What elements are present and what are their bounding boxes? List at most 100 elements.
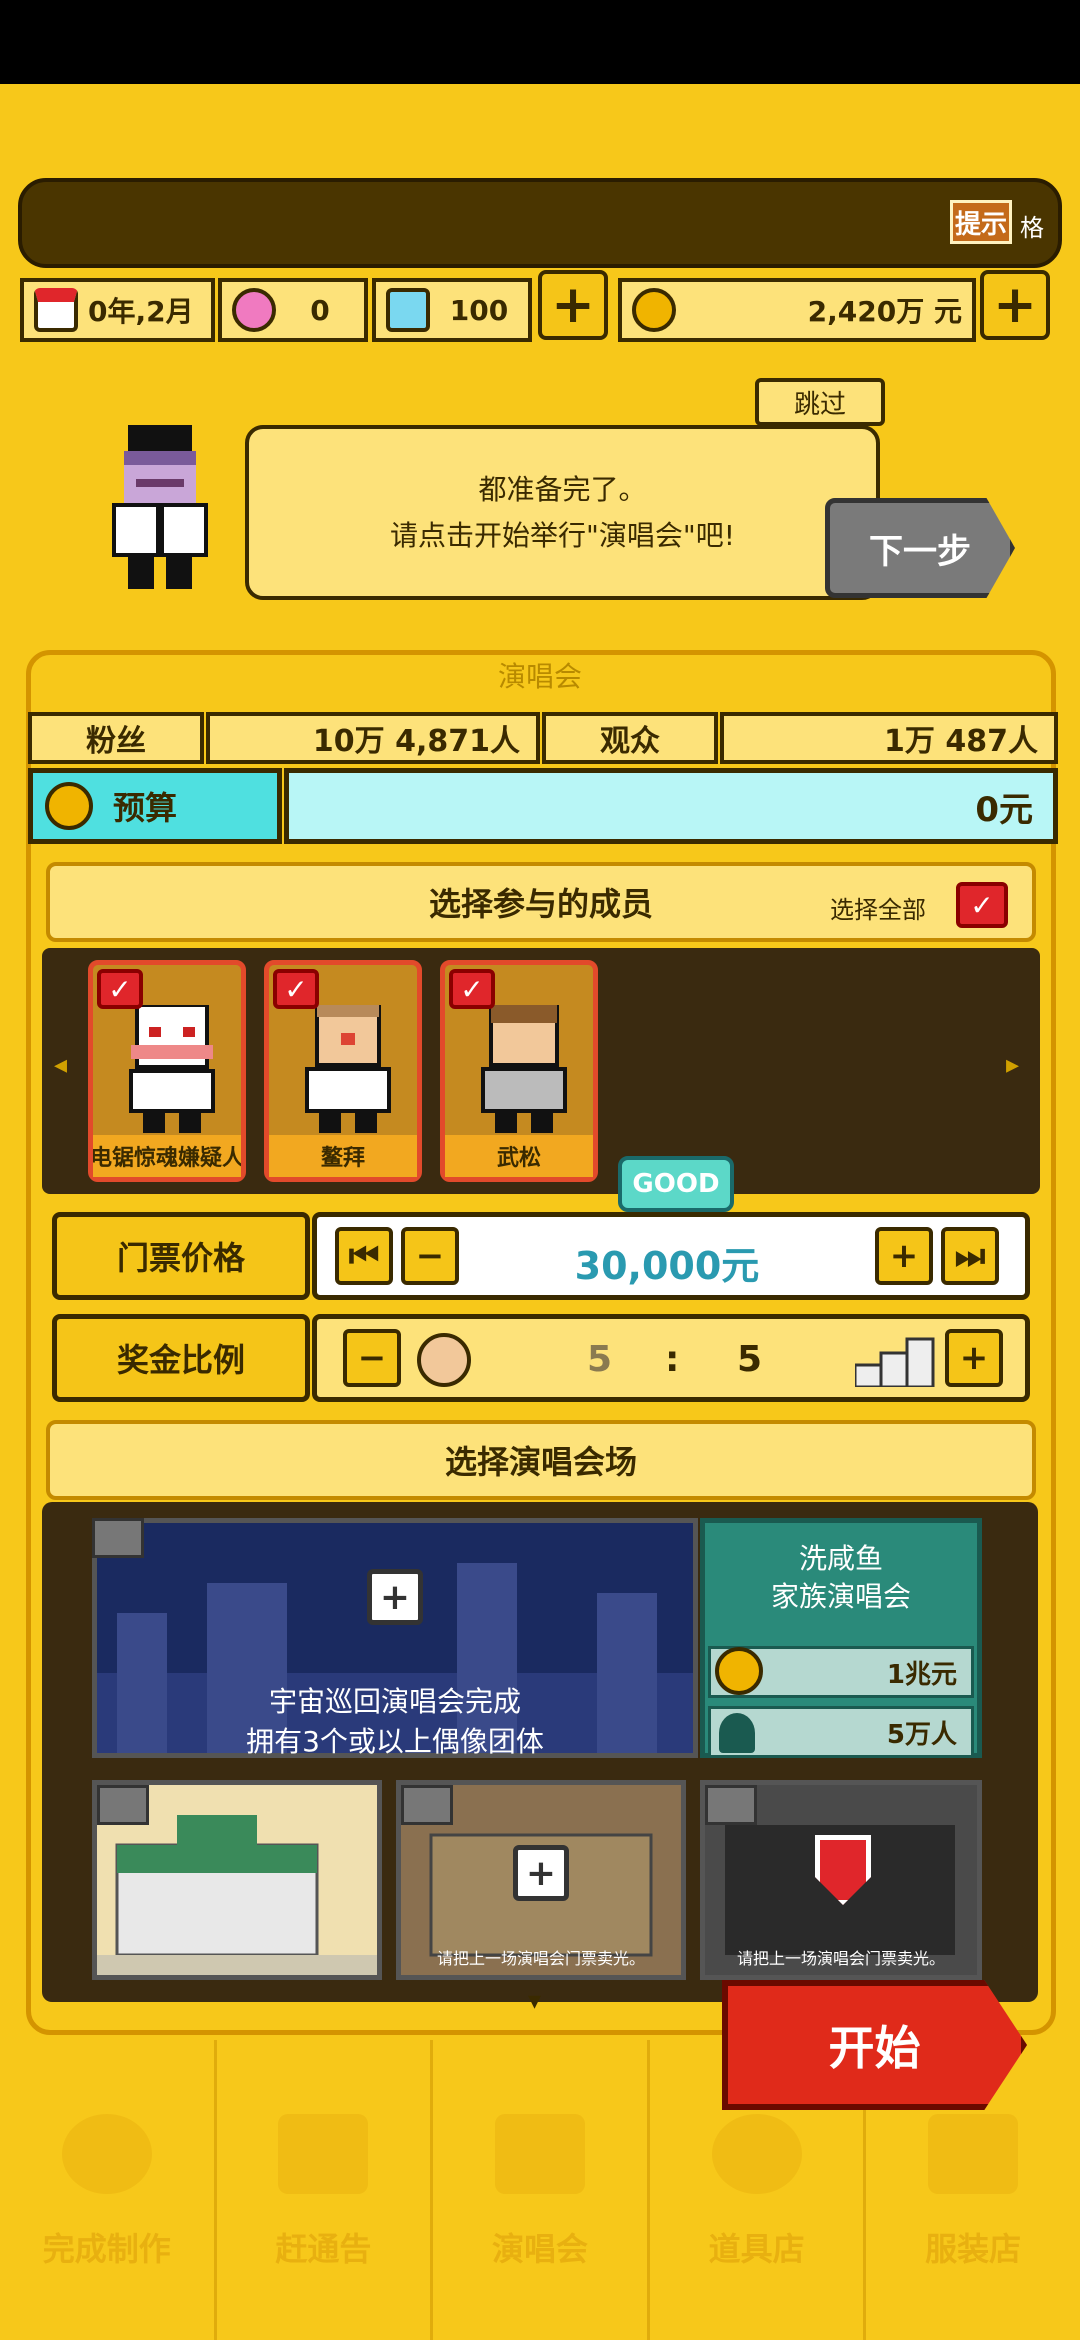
member-checkbox[interactable]: ✓ xyxy=(97,969,143,1009)
scroll-down-icon[interactable]: ▾ xyxy=(528,1986,541,2016)
coin-icon xyxy=(632,288,676,332)
ratio-right: 5 xyxy=(737,1339,763,1380)
costume-shop-icon xyxy=(928,2114,1019,2194)
select-all-label: 选择全部 xyxy=(830,896,926,924)
venue-thumb-2[interactable]: + 请把上一场演唱会门票卖光。 xyxy=(396,1780,686,1980)
add-money-button[interactable]: + xyxy=(980,270,1050,340)
calendar-icon xyxy=(278,2114,369,2194)
diamond-display: 100 xyxy=(372,278,532,342)
top-banner xyxy=(18,178,1062,268)
panel-tab-title: 演唱会 xyxy=(497,660,582,693)
venue-checkbox[interactable] xyxy=(401,1785,453,1825)
next-step-button[interactable]: 下一步 xyxy=(825,498,1015,598)
ticket-price-label: 门票价格 xyxy=(52,1212,310,1300)
ratio-separator: : xyxy=(665,1339,680,1380)
ratio-left: 5 xyxy=(587,1339,613,1380)
venue-caption-line-1: 宇宙巡回演唱会完成 xyxy=(268,1685,521,1718)
nav-label: 完成制作 xyxy=(42,2230,171,2268)
dialog-line-2: 请点击开始举行"演唱会"吧! xyxy=(390,518,735,552)
fans-label: 粉丝 xyxy=(28,712,204,764)
ratio-increase-button[interactable]: + xyxy=(945,1329,1003,1387)
member-card[interactable]: ✓ 武松 xyxy=(440,960,598,1182)
venue-name-line-1: 洗咸鱼 xyxy=(798,1542,883,1575)
nav-label: 服装店 xyxy=(925,2230,1022,2268)
member-checkbox[interactable]: ✓ xyxy=(449,969,495,1009)
venue-cost: 1兆元 xyxy=(708,1646,974,1698)
money-value: 2,420万 元 xyxy=(807,295,962,328)
venue-thumb-caption: 请把上一场演唱会门票卖光。 xyxy=(736,1949,945,1968)
scroll-right-icon[interactable]: ▸ xyxy=(1006,1050,1019,1080)
manager-avatar xyxy=(100,425,220,595)
nav-label: 演唱会 xyxy=(491,2230,588,2268)
money-display: 2,420万 元 xyxy=(618,278,976,342)
item-shop-icon xyxy=(711,2114,802,2194)
dialog-line-1: 都准备完了。 xyxy=(478,472,647,506)
budget-value: 0元 xyxy=(284,768,1058,844)
venue-capacity: 5万人 xyxy=(708,1706,974,1758)
budget-label-box: 预算 xyxy=(28,768,282,844)
bonus-ratio-box: − 5 : 5 + xyxy=(312,1314,1030,1402)
budget-label: 预算 xyxy=(113,789,178,827)
concert-icon xyxy=(494,2114,585,2194)
venue-caption-line-2: 拥有3个或以上偶像团体 xyxy=(246,1725,544,1758)
venue-caption: 宇宙巡回演唱会完成 拥有3个或以上偶像团体 xyxy=(92,1682,698,1762)
price-decrease-button[interactable]: − xyxy=(401,1227,459,1285)
gem-display: 0 xyxy=(218,278,368,342)
coin-icon xyxy=(45,782,93,830)
price-decrease-large-button[interactable]: ⏮ xyxy=(335,1227,393,1285)
nav-item-concert[interactable]: 演唱会 xyxy=(433,2040,650,2340)
venue-header: 选择演唱会场 xyxy=(46,1420,1036,1500)
donut-gem-icon xyxy=(232,288,276,332)
date-value: 0年,2月 xyxy=(88,295,194,328)
production-icon xyxy=(61,2114,152,2194)
calendar-icon xyxy=(34,288,78,332)
venue-thumb-caption: 请把上一场演唱会门票卖光。 xyxy=(436,1949,645,1968)
price-increase-large-button[interactable]: ⏭ xyxy=(941,1227,999,1285)
nav-label: 道具店 xyxy=(708,2230,805,2268)
price-increase-button[interactable]: + xyxy=(875,1227,933,1285)
venue-checkbox[interactable] xyxy=(92,1518,144,1558)
member-face-icon xyxy=(417,1333,471,1387)
members-title: 选择参与的成员 xyxy=(428,885,653,923)
date-display: 0年,2月 xyxy=(20,278,215,342)
select-all-checkbox[interactable]: ✓ xyxy=(956,882,1008,928)
person-icon xyxy=(719,1713,755,1753)
venue-cost-value: 1兆元 xyxy=(886,1659,957,1690)
venue-checkbox[interactable] xyxy=(705,1785,757,1825)
coin-icon xyxy=(715,1647,763,1695)
audience-label: 观众 xyxy=(542,712,718,764)
skip-button[interactable]: 跳过 xyxy=(755,378,885,426)
dialog-bubble: 都准备完了。 请点击开始举行"演唱会"吧! xyxy=(245,425,880,600)
scroll-left-icon[interactable]: ◂ xyxy=(54,1050,67,1080)
venue-thumb-3[interactable]: 请把上一场演唱会门票卖光。 xyxy=(700,1780,982,1980)
venue-thumb-1[interactable] xyxy=(92,1780,382,1980)
hint-suffix: 格 xyxy=(1020,214,1044,242)
gem-value: 0 xyxy=(310,293,330,327)
member-checkbox[interactable]: ✓ xyxy=(273,969,319,1009)
lock-icon: + xyxy=(513,1845,569,1901)
member-name: 武松 xyxy=(445,1135,593,1177)
start-button[interactable]: 开始 xyxy=(722,1980,1027,2110)
nav-item-schedule[interactable]: 赶通告 xyxy=(217,2040,434,2340)
money-stack-icon xyxy=(853,1335,935,1389)
member-card[interactable]: ✓ 电锯惊魂嫌疑人 xyxy=(88,960,246,1182)
ratio-decrease-button[interactable]: − xyxy=(343,1329,401,1387)
lock-icon: + xyxy=(367,1569,423,1625)
audience-value: 1万 487人 xyxy=(720,712,1058,764)
add-diamond-button[interactable]: + xyxy=(538,270,608,340)
venue-checkbox[interactable] xyxy=(97,1785,149,1825)
bonus-ratio-label: 奖金比例 xyxy=(52,1314,310,1402)
fans-value: 10万 4,871人 xyxy=(206,712,540,764)
price-rating-badge: GOOD xyxy=(618,1156,734,1212)
nav-item-production[interactable]: 完成制作 xyxy=(0,2040,217,2340)
venue-name: 洗咸鱼 家族演唱会 xyxy=(700,1540,982,1616)
member-name: 鳌拜 xyxy=(269,1135,417,1177)
diamond-icon xyxy=(386,288,430,332)
ticket-price-value: 30,000元 xyxy=(574,1244,760,1288)
hint-button[interactable]: 提示 xyxy=(950,200,1012,244)
venue-capacity-value: 5万人 xyxy=(886,1719,957,1750)
member-card[interactable]: ✓ 鳌拜 xyxy=(264,960,422,1182)
venue-title: 选择演唱会场 xyxy=(444,1443,637,1481)
venue-name-line-2: 家族演唱会 xyxy=(770,1580,911,1613)
status-bar xyxy=(0,0,1080,84)
